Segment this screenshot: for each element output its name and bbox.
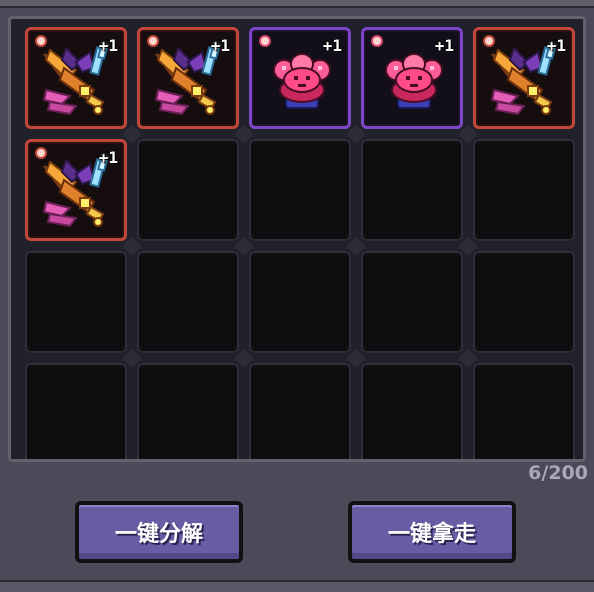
item-upgrade-badge: +1 — [98, 36, 118, 55]
inventory-slot[interactable] — [473, 251, 575, 353]
inventory-slot[interactable] — [249, 139, 351, 241]
item-upgrade-badge: +1 — [434, 36, 454, 55]
inventory-count: 6/200 — [528, 462, 588, 484]
inventory-slot[interactable]: +1 — [473, 27, 575, 129]
inventory-slot[interactable]: +1 — [361, 27, 463, 129]
new-item-flag-icon — [35, 35, 47, 47]
panel-top-edge — [0, 0, 594, 8]
inventory-grid: +1 +1 +1 +1 +1 +1 — [8, 16, 586, 462]
inventory-slot[interactable] — [25, 251, 127, 353]
inventory-slot[interactable]: +1 — [137, 27, 239, 129]
inventory-slot[interactable] — [25, 363, 127, 459]
inventory-slot[interactable] — [249, 363, 351, 459]
item-upgrade-badge: +1 — [210, 36, 230, 55]
inventory-slot[interactable] — [473, 363, 575, 459]
inventory-slot[interactable] — [137, 139, 239, 241]
item-upgrade-badge: +1 — [322, 36, 342, 55]
panel-bottom-edge — [0, 580, 594, 592]
inventory-slot[interactable] — [361, 251, 463, 353]
inventory-slot[interactable] — [361, 139, 463, 241]
new-item-flag-icon — [371, 35, 383, 47]
item-upgrade-badge: +1 — [98, 148, 118, 167]
inventory-slot[interactable] — [473, 139, 575, 241]
inventory-slot[interactable] — [249, 251, 351, 353]
new-item-flag-icon — [259, 35, 271, 47]
decompose-all-button[interactable]: 一键分解 — [75, 501, 243, 563]
item-upgrade-badge: +1 — [546, 36, 566, 55]
inventory-slot[interactable]: +1 — [25, 139, 127, 241]
inventory-panel: +1 +1 +1 +1 +1 +1 6/200 一键分解 一键拿走 — [0, 0, 594, 592]
new-item-flag-icon — [35, 147, 47, 159]
inventory-slot[interactable]: +1 — [25, 27, 127, 129]
inventory-slot[interactable]: +1 — [249, 27, 351, 129]
inventory-slot[interactable] — [137, 363, 239, 459]
inventory-slot[interactable] — [361, 363, 463, 459]
inventory-slot[interactable] — [137, 251, 239, 353]
new-item-flag-icon — [147, 35, 159, 47]
new-item-flag-icon — [483, 35, 495, 47]
take-all-button[interactable]: 一键拿走 — [348, 501, 516, 563]
